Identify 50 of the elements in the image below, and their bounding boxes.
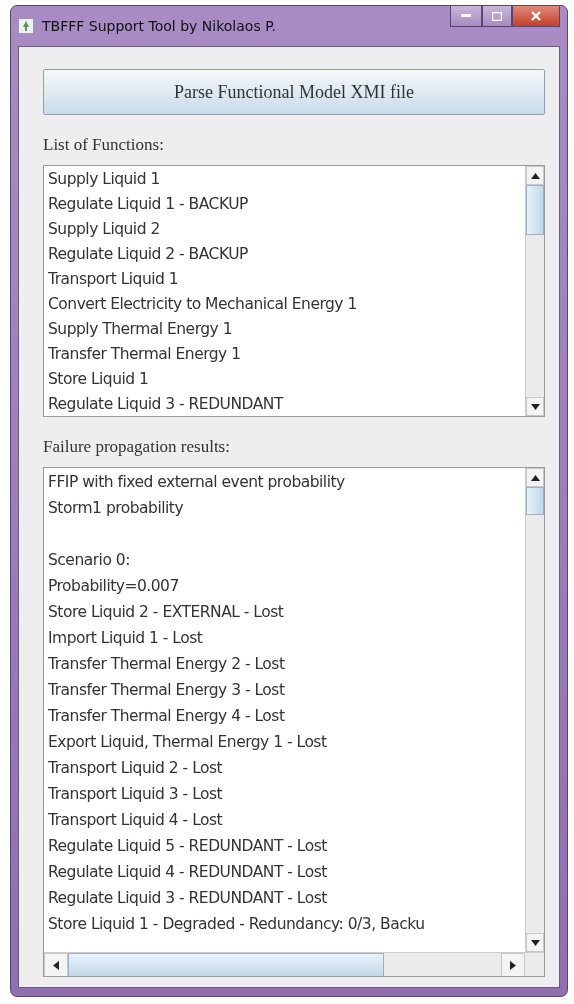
results-label: Failure propagation results: — [43, 437, 231, 457]
result-line: Scenario 0: — [48, 550, 131, 571]
function-item[interactable]: Store Liquid 1 — [48, 367, 521, 392]
result-line: Transport Liquid 3 - Lost — [48, 784, 224, 805]
vertical-scrollbar[interactable] — [525, 166, 544, 416]
close-icon — [531, 11, 541, 21]
result-line: Probability=0.007 — [48, 576, 180, 597]
function-item[interactable]: Transport Liquid 1 — [48, 267, 521, 292]
app-icon — [18, 18, 34, 34]
function-item[interactable]: Regulate Liquid 2 - BACKUP — [48, 242, 521, 267]
function-item[interactable]: Regulate Liquid 3 - REDUNDANT — [48, 392, 521, 416]
result-line: FFIP with fixed external event probability — [48, 472, 346, 493]
function-item[interactable]: Transfer Thermal Energy 1 — [48, 342, 521, 367]
window-title: TBFFF Support Tool by Nikolaos P. — [42, 18, 277, 34]
result-line: Regulate Liquid 5 - REDUNDANT - Lost — [48, 836, 328, 857]
scroll-left-icon[interactable] — [53, 960, 59, 970]
scroll-thumb[interactable] — [526, 185, 544, 235]
result-line: Transfer Thermal Energy 3 - Lost — [48, 680, 286, 701]
result-line: Regulate Liquid 4 - REDUNDANT - Lost — [48, 862, 328, 883]
result-line: Store Liquid 1 - Degraded - Redundancy: 0/3, Backu — [48, 914, 426, 935]
result-line: Import Liquid 1 - Lost — [48, 628, 204, 649]
scroll-down-icon[interactable] — [530, 939, 540, 946]
result-line: Store Liquid 2 - EXTERNAL - Lost — [48, 602, 285, 623]
functions-label: List of Functions: — [43, 135, 165, 155]
maximize-icon — [492, 11, 502, 21]
function-item[interactable]: Regulate Liquid 1 - BACKUP — [48, 192, 521, 217]
function-item[interactable]: Supply Liquid 2 — [48, 217, 521, 242]
scroll-thumb[interactable] — [526, 487, 544, 515]
maximize-button[interactable] — [482, 6, 512, 27]
result-line: Export Liquid, Thermal Energy 1 - Lost — [48, 732, 328, 753]
close-button[interactable] — [512, 6, 560, 27]
result-line: Transfer Thermal Energy 4 - Lost — [48, 706, 286, 727]
function-item[interactable]: Convert Electricity to Mechanical Energy 1 — [48, 292, 521, 317]
parse-button[interactable]: Parse Functional Model XMI file — [43, 69, 545, 115]
vertical-scrollbar[interactable] — [525, 468, 544, 952]
function-item[interactable]: Supply Thermal Energy 1 — [48, 317, 521, 342]
scroll-up-icon[interactable] — [530, 474, 540, 481]
result-line: Storm1 probability — [48, 498, 185, 519]
scroll-thumb[interactable] — [68, 953, 384, 976]
minimize-button[interactable] — [450, 6, 482, 27]
scroll-up-icon[interactable] — [530, 172, 540, 179]
horizontal-scrollbar[interactable] — [44, 952, 544, 976]
scroll-right-icon[interactable] — [510, 960, 516, 970]
minimize-icon — [461, 14, 471, 18]
result-line: Regulate Liquid 3 - REDUNDANT - Lost — [48, 888, 328, 909]
result-line: Transport Liquid 4 - Lost — [48, 810, 224, 831]
result-line: Transfer Thermal Energy 2 - Lost — [48, 654, 286, 675]
scroll-down-icon[interactable] — [530, 403, 540, 410]
result-line: Transport Liquid 2 - Lost — [48, 758, 224, 779]
function-item[interactable]: Supply Liquid 1 — [48, 167, 521, 192]
